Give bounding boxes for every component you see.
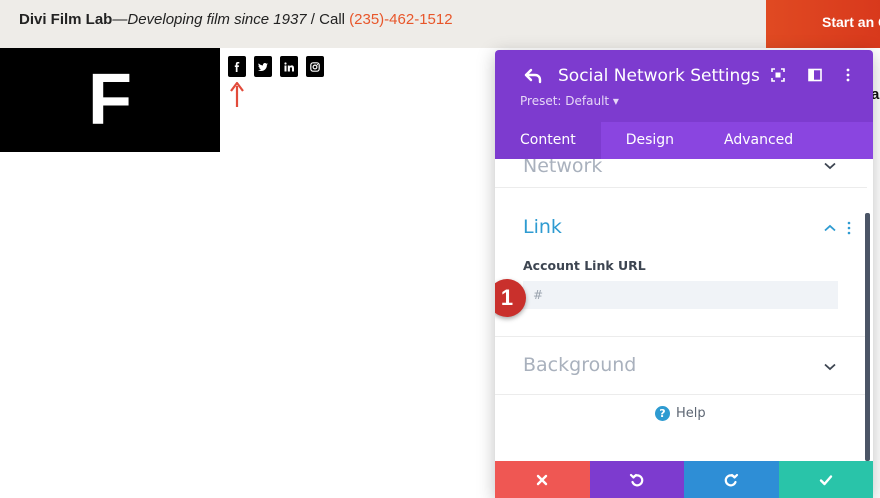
- panel-body: Network Link Account Link URL 1 Ba: [495, 159, 873, 461]
- facebook-icon[interactable]: [228, 56, 246, 77]
- panel-footer: [495, 461, 873, 498]
- chevron-up-icon[interactable]: [824, 224, 836, 232]
- help-label: Help: [676, 406, 706, 421]
- back-arrow-icon[interactable]: [523, 66, 543, 86]
- cta-button[interactable]: Start an C: [766, 0, 880, 48]
- discard-button[interactable]: [495, 461, 590, 498]
- top-bar: Divi Film Lab—Developing film since 1937…: [0, 0, 880, 48]
- chevron-down-icon[interactable]: [824, 162, 836, 170]
- twitter-icon[interactable]: [254, 56, 272, 77]
- checkmark-icon: [819, 474, 832, 485]
- call-text: / Call: [306, 11, 350, 28]
- tab-advanced[interactable]: Advanced: [699, 122, 818, 159]
- preset-dropdown[interactable]: Preset: Default ▾: [520, 94, 619, 108]
- fullscreen-icon[interactable]: [771, 68, 785, 82]
- dash: —: [112, 11, 128, 28]
- social-icons: [228, 56, 324, 77]
- panel-tabs: Content Design Advanced: [495, 122, 873, 159]
- linkedin-icon[interactable]: [280, 56, 298, 77]
- close-icon: [537, 474, 548, 485]
- phone-link[interactable]: (235)-462-1512: [349, 11, 452, 28]
- tagline: Developing film since 1937: [127, 11, 307, 28]
- brand-name: Divi Film Lab: [19, 11, 113, 28]
- network-section: Network: [495, 159, 867, 188]
- section-options-icon[interactable]: [846, 221, 852, 235]
- logo: F: [0, 48, 220, 152]
- page: Divi Film Lab—Developing film since 1937…: [0, 0, 880, 498]
- help-icon: ?: [655, 406, 670, 421]
- save-button[interactable]: [778, 461, 873, 498]
- panel-header: Social Network Settings Preset: Default …: [495, 50, 873, 122]
- panel-title: Social Network Settings: [558, 66, 760, 86]
- chevron-down-icon[interactable]: [824, 363, 836, 371]
- background-section-title[interactable]: Background: [523, 354, 636, 376]
- account-link-url-label: Account Link URL: [523, 258, 646, 273]
- top-bar-text: Divi Film Lab—Developing film since 1937…: [19, 11, 453, 28]
- undo-button[interactable]: [589, 461, 684, 498]
- redo-icon: [725, 473, 739, 486]
- arrow-up-icon: [230, 81, 244, 107]
- background-section: Background: [495, 337, 867, 395]
- help-link[interactable]: ? Help: [655, 406, 706, 421]
- link-section-title[interactable]: Link: [523, 216, 562, 238]
- instagram-icon[interactable]: [306, 56, 324, 77]
- tab-content[interactable]: Content: [495, 122, 601, 159]
- more-options-icon[interactable]: [841, 68, 855, 82]
- panel-scrollbar[interactable]: [865, 213, 870, 461]
- account-link-url-input[interactable]: [523, 281, 838, 309]
- redo-button[interactable]: [684, 461, 779, 498]
- tab-design[interactable]: Design: [601, 122, 699, 159]
- network-section-title[interactable]: Network: [523, 159, 602, 177]
- split-view-icon[interactable]: [808, 68, 822, 82]
- social-network-settings-panel: Social Network Settings Preset: Default …: [495, 50, 873, 498]
- undo-icon: [629, 473, 643, 486]
